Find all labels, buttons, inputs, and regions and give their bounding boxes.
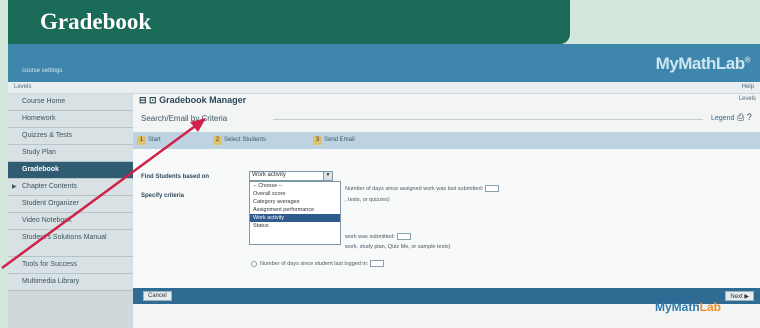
dropdown-option[interactable]: Overall score — [250, 190, 340, 198]
mymathlab-logo: MyMathLab® — [655, 54, 751, 74]
step-label: Send Email — [324, 137, 355, 143]
criteria-select[interactable]: Work activity ▼ — [249, 171, 333, 181]
banner-title: Gradebook — [40, 9, 152, 34]
logo-text: MyMathLab — [655, 54, 746, 73]
chevron-down-icon[interactable]: ▼ — [323, 172, 332, 180]
sidebar-item-label: Tools for Success — [22, 261, 77, 268]
days-input[interactable] — [485, 185, 500, 192]
specify-criteria-label: Specify criteria — [141, 193, 185, 199]
section-divider — [273, 119, 703, 120]
find-students-label: Find Students based on — [141, 174, 210, 180]
days-input[interactable] — [396, 233, 411, 240]
dropdown-option[interactable]: Category averages — [250, 198, 340, 206]
step-label: Start — [148, 137, 161, 143]
legend-link[interactable]: Legend — [711, 115, 734, 122]
sidebar-item-label: Student's Solutions Manual — [22, 234, 107, 241]
criteria-text: Number of days since assigned work was l… — [345, 185, 484, 192]
step-number: 2 — [213, 136, 222, 145]
criteria-text: work was submitted: — [345, 233, 395, 240]
step-label: Select Students — [224, 137, 267, 143]
criteria-line: Number of days since student last logged… — [251, 260, 385, 267]
main-content: ⊟ ⊡ Gradebook Manager Levels Search/Emai… — [133, 94, 760, 328]
step-number: 1 — [137, 136, 146, 145]
sidebar-item-tools-for-success[interactable]: Tools for Success — [8, 257, 133, 274]
criteria-line: work was submitted: — [345, 233, 411, 240]
step-number: 3 — [313, 136, 322, 145]
page-title-text: Gradebook Manager — [159, 95, 247, 105]
sub-bar: Levels Help — [8, 82, 760, 94]
sidebar-item-label: Student Organizer — [22, 200, 79, 207]
page-title: ⊟ ⊡ Gradebook Manager — [139, 95, 247, 105]
sidebar-item-student-organizer[interactable]: Student Organizer — [8, 196, 133, 213]
sidebar-item-solutions-manual[interactable]: Student's Solutions Manual — [8, 230, 133, 257]
cancel-button[interactable]: Cancel — [143, 291, 172, 301]
wizard-steps: 1 Start 2 Select Students 3 Send Email — [133, 132, 760, 149]
step-select-students[interactable]: 2 Select Students — [213, 136, 266, 145]
sidebar-item-gradebook[interactable]: Gradebook — [8, 162, 133, 179]
sidebar-item-study-plan[interactable]: Study Plan — [8, 145, 133, 162]
sidebar-item-course-home[interactable]: Course Home — [8, 94, 133, 111]
top-bar: course settings MyMathLab® — [8, 44, 760, 82]
help-link[interactable]: Help — [742, 84, 754, 90]
criteria-line: , tests, or quizzes) — [345, 197, 390, 203]
sidebar-item-label: Chapter Contents — [22, 183, 77, 190]
step-start[interactable]: 1 Start — [137, 136, 161, 145]
sidebar-item-chapter-contents[interactable]: ▶ Chapter Contents — [8, 179, 133, 196]
course-settings-link[interactable]: course settings — [22, 68, 62, 74]
sidebar: Course Home Homework Quizzes & Tests Stu… — [8, 94, 133, 328]
sidebar-item-label: Homework — [22, 115, 56, 122]
dropdown-option[interactable]: -- Choose -- — [250, 182, 340, 190]
dropdown-option-selected[interactable]: Work activity — [250, 214, 340, 222]
criteria-radio[interactable] — [251, 260, 257, 267]
footer-logo-text-a: MyMath — [655, 300, 700, 314]
manager-levels-link[interactable]: Levels — [739, 96, 756, 102]
sidebar-item-video-notebook[interactable]: Video Notebook — [8, 213, 133, 230]
sidebar-item-label: Course Home — [22, 98, 66, 105]
sidebar-item-label: Video Notebook — [22, 217, 72, 224]
mymathlab-window: course settings MyMathLab® Levels Help C… — [8, 44, 760, 328]
criteria-line: work, study plan, Quiz Me, or sample tes… — [345, 244, 451, 250]
gradebook-banner: Gradebook — [8, 0, 570, 44]
footer-mymathlab-logo: MyMathLab — [655, 300, 721, 314]
dropdown-option[interactable]: Assignment performance — [250, 206, 340, 214]
criteria-form — [133, 149, 760, 291]
dropdown-option[interactable]: Status — [250, 222, 340, 230]
print-icon[interactable]: ⎙ ? — [737, 112, 752, 123]
footer-logo-text-b: Lab — [699, 300, 722, 314]
levels-link[interactable]: Levels — [14, 84, 31, 90]
criteria-text: Number of days since student last logged… — [260, 260, 369, 267]
criteria-select-value: Work activity — [252, 172, 286, 178]
criteria-line: Number of days since assigned work was l… — [345, 185, 500, 192]
section-title: Search/Email by Criteria — [141, 114, 228, 123]
next-button[interactable]: Next ▶ — [725, 291, 754, 301]
criteria-dropdown: -- Choose -- Overall score Category aver… — [249, 181, 341, 245]
logo-mark: ® — [744, 55, 751, 65]
step-send-email[interactable]: 3 Send Email — [313, 136, 355, 145]
sidebar-item-label: Multimedia Library — [22, 278, 80, 285]
sidebar-item-label: Study Plan — [22, 149, 56, 156]
days-input[interactable] — [370, 260, 385, 267]
sidebar-item-label: Quizzes & Tests — [22, 132, 73, 139]
sidebar-item-label: Gradebook — [22, 166, 59, 173]
sidebar-item-multimedia-library[interactable]: Multimedia Library — [8, 274, 133, 291]
sidebar-item-quizzes-tests[interactable]: Quizzes & Tests — [8, 128, 133, 145]
sidebar-item-homework[interactable]: Homework — [8, 111, 133, 128]
expand-arrow-icon[interactable]: ▶ — [12, 183, 17, 190]
